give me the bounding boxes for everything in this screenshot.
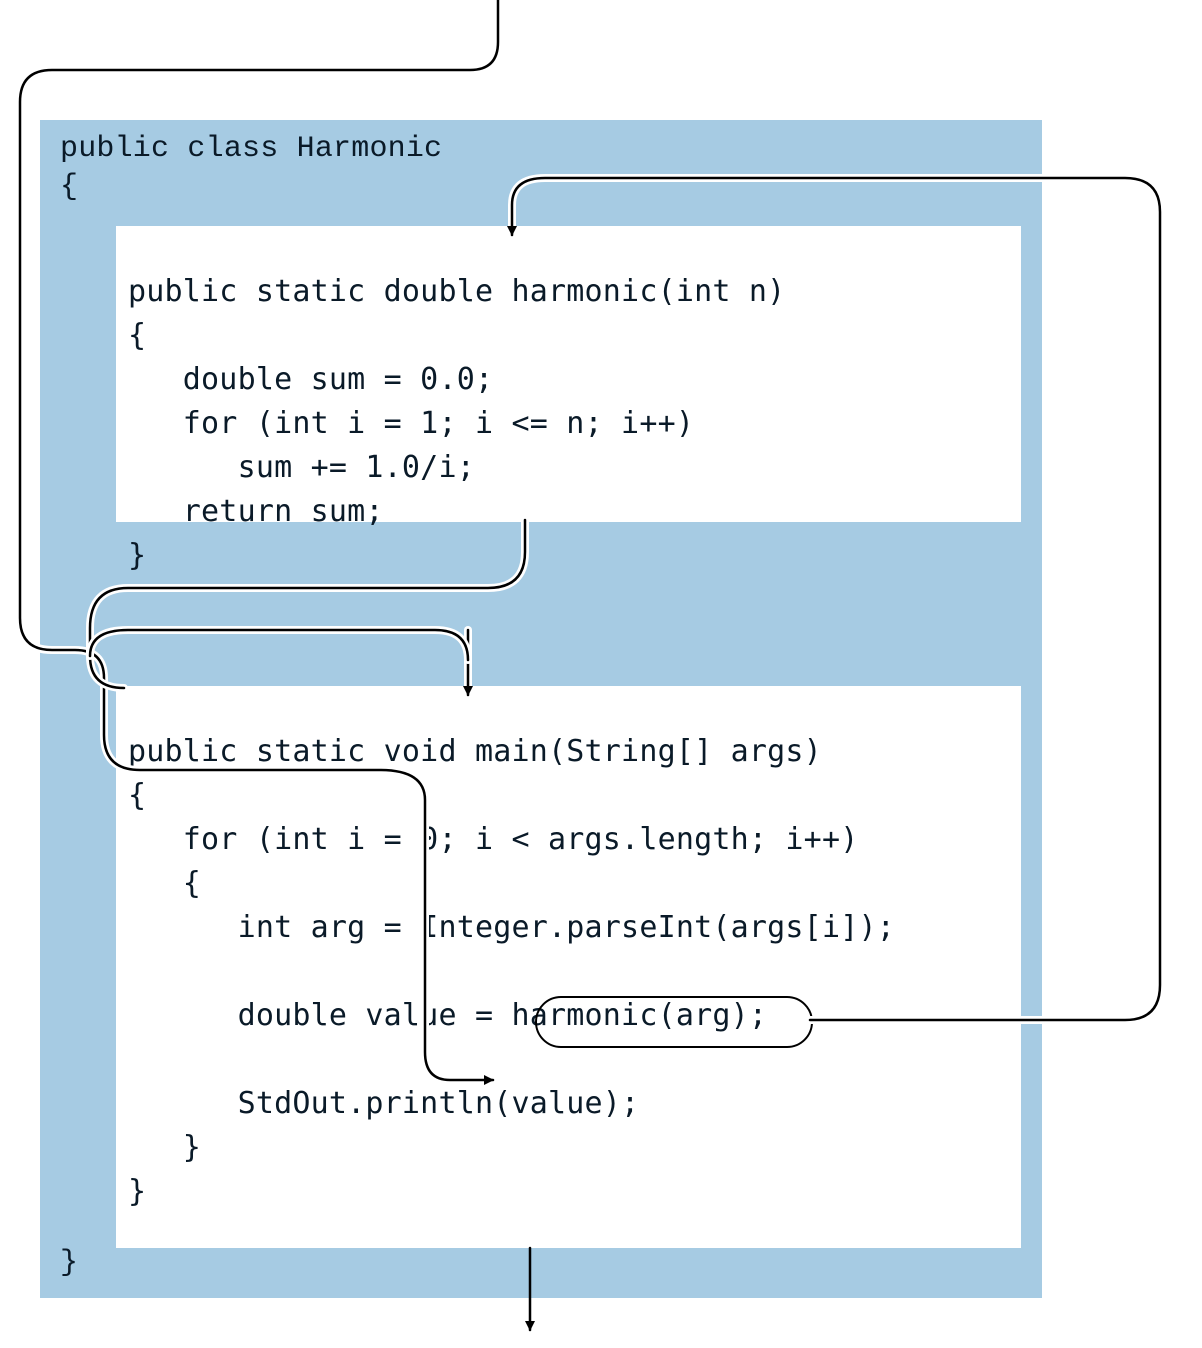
diagram-canvas: public class Harmonic { public static do… [0, 0, 1202, 1348]
call-highlight-oval [535, 996, 813, 1048]
class-close-brace: } [60, 1246, 78, 1280]
class-declaration: public class Harmonic { [60, 130, 442, 206]
class-decl-line2: { [60, 170, 78, 204]
code-method-main: public static void main(String[] args) {… [128, 730, 895, 1214]
code-method-harmonic: public static double harmonic(int n) { d… [128, 270, 785, 578]
class-decl-line1: public class Harmonic [60, 132, 442, 166]
